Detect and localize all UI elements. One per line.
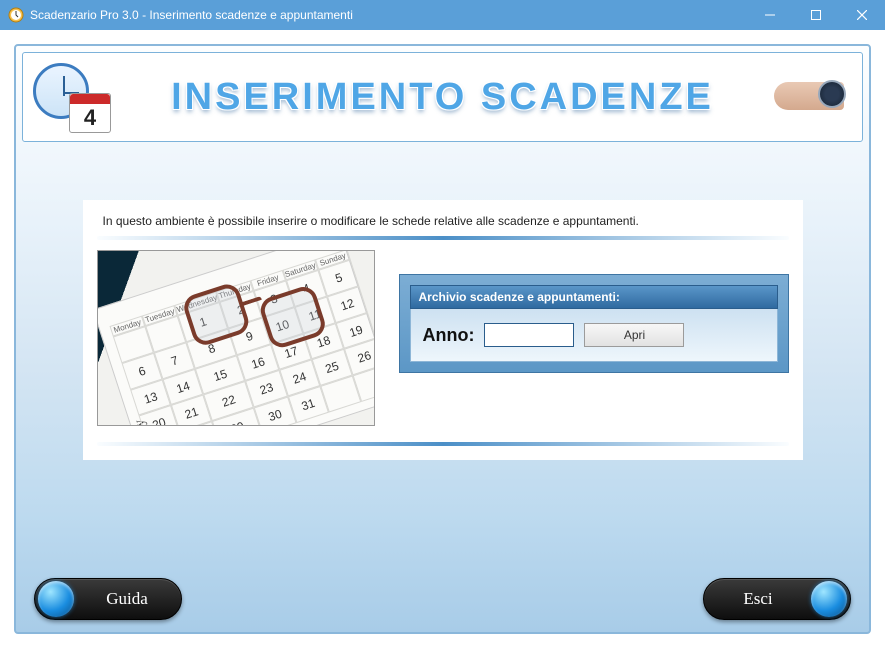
minimize-button[interactable] xyxy=(747,0,793,30)
divider-top xyxy=(97,236,789,240)
main-panel: 4 INSERIMENTO SCADENZE In questo ambient… xyxy=(14,44,871,634)
window-controls xyxy=(747,0,885,30)
window-title: Scadenzario Pro 3.0 - Inserimento scaden… xyxy=(30,8,353,22)
close-button[interactable] xyxy=(839,0,885,30)
archive-box: Archivio scadenze e appuntamenti: Anno: … xyxy=(399,274,789,373)
clock-calendar-icon: 4 xyxy=(33,61,111,133)
header-cal-day: 4 xyxy=(70,104,110,132)
orb-icon xyxy=(811,581,847,617)
card-body: January Monday Tuesday Wednesday Thursda… xyxy=(97,250,789,426)
archive-panel: Archivio scadenze e appuntamenti: Anno: … xyxy=(399,274,789,426)
archive-header: Archivio scadenze e appuntamenti: xyxy=(410,285,778,309)
page-title: INSERIMENTO SCADENZE xyxy=(123,76,762,119)
exit-label: Esci xyxy=(707,589,799,609)
titlebar: Scadenzario Pro 3.0 - Inserimento scaden… xyxy=(0,0,885,30)
header-banner: 4 INSERIMENTO SCADENZE xyxy=(22,52,863,142)
divider-bottom xyxy=(97,442,789,446)
wristwatch-icon xyxy=(774,72,852,122)
year-label: Anno: xyxy=(423,325,475,346)
open-button[interactable]: Apri xyxy=(584,323,684,347)
content-area: In questo ambiente è possibile inserire … xyxy=(16,142,869,578)
content-card: In questo ambiente è possibile inserire … xyxy=(83,200,803,460)
year-input[interactable] xyxy=(484,323,574,347)
intro-text: In questo ambiente è possibile inserire … xyxy=(97,210,789,236)
calendar-image: January Monday Tuesday Wednesday Thursda… xyxy=(97,250,375,426)
archive-body: Anno: Apri xyxy=(410,309,778,362)
footer-buttons: Guida Esci xyxy=(16,578,869,632)
help-button[interactable]: Guida xyxy=(34,578,182,620)
orb-icon xyxy=(38,581,74,617)
app-icon xyxy=(8,7,24,23)
exit-button[interactable]: Esci xyxy=(703,578,851,620)
maximize-button[interactable] xyxy=(793,0,839,30)
help-label: Guida xyxy=(86,589,178,609)
outer-frame: 4 INSERIMENTO SCADENZE In questo ambient… xyxy=(0,30,885,648)
